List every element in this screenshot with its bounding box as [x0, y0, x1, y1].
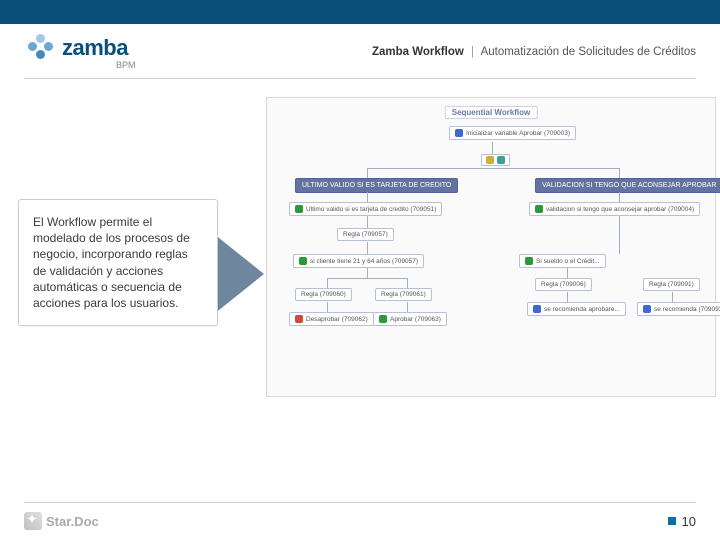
recommend-icon: [643, 305, 651, 313]
page-number-value: 10: [682, 514, 696, 529]
recommend-icon: [533, 305, 541, 313]
footer-divider: [24, 502, 696, 503]
node-action: se recomienda aprobare...: [527, 302, 626, 316]
node-label: Regla (709057): [343, 231, 388, 238]
footer: Star.Doc 10: [0, 502, 720, 540]
node-regla: Regla (709091): [643, 278, 700, 291]
node-regla: Regla (709060): [295, 288, 352, 301]
footer-logo: Star.Doc: [24, 512, 99, 530]
logo-subtitle: BPM: [116, 60, 136, 70]
node-label: se recomienda (709093): [654, 306, 720, 313]
branch-title-left: ULTIMO VALIDO SI ES TARJETA DE CREDITO: [295, 178, 458, 193]
branch-icon: [486, 156, 494, 164]
page-number: 10: [668, 514, 696, 529]
check-icon: [535, 205, 543, 213]
callout-text: El Workflow permite el modelado de los p…: [33, 215, 190, 310]
footer-brand: Star.Doc: [46, 514, 99, 529]
node-label: si cliente tiene 21 y 64 años (709057): [310, 258, 418, 265]
node-regla: Regla (709057): [337, 228, 394, 241]
star-icon: [24, 512, 42, 530]
node-regla: Regla (709006): [535, 278, 592, 291]
branch-title-right: VALIDACION SI TENGO QUE ACONSEJAR APROBA…: [535, 178, 720, 193]
node-label: Inicializar variable Aprobar (709003): [466, 130, 570, 137]
node-regla: Regla (709061): [375, 288, 432, 301]
node-action: Desaprobar (709062): [289, 312, 374, 326]
callout-box: El Workflow permite el modelado de los p…: [18, 199, 218, 326]
node-rule: Ultimo valido si es tarjeta de credito (…: [289, 202, 442, 216]
node-label: Ultimo valido si es tarjeta de credito (…: [306, 206, 436, 213]
node-condition: Si sueldo o el Crédit...: [519, 254, 606, 268]
content-area: El Workflow permite el modelado de los p…: [0, 79, 720, 509]
top-bar: [0, 0, 720, 24]
node-label: Regla (709061): [381, 291, 426, 298]
node-rule: validacion si tengo que aconsejar aproba…: [529, 202, 700, 216]
check-icon: [295, 205, 303, 213]
title-divider: |: [471, 46, 474, 58]
header: zamba BPM Zamba Workflow | Automatizació…: [0, 24, 720, 74]
node-action: se recomienda (709093): [637, 302, 720, 316]
check-icon: [299, 257, 307, 265]
node-label: Regla (709091): [649, 281, 694, 288]
logo: zamba: [24, 34, 136, 62]
title-sub: Automatización de Solicitudes de Crédito…: [481, 46, 696, 58]
node-label: validacion si tengo que aconsejar aproba…: [546, 206, 694, 213]
diagram-title: Sequential Workflow: [445, 106, 538, 119]
title-main: Zamba Workflow: [372, 46, 464, 58]
logo-icon: [24, 34, 56, 62]
workflow-diagram: Sequential Workflow Inicializar variable…: [266, 97, 716, 397]
branch-icon: [497, 156, 505, 164]
node-label: Regla (709060): [301, 291, 346, 298]
bullet-icon: [668, 517, 676, 525]
node-label: Si sueldo o el Crédit...: [536, 258, 600, 265]
deny-icon: [295, 315, 303, 323]
node-condition: si cliente tiene 21 y 64 años (709057): [293, 254, 424, 268]
node-label: se recomienda aprobare...: [544, 306, 620, 313]
logo-text: zamba: [62, 35, 128, 61]
variable-icon: [455, 129, 463, 137]
node-label: Desaprobar (709062): [306, 316, 368, 323]
node-init: Inicializar variable Aprobar (709003): [449, 126, 576, 140]
approve-icon: [379, 315, 387, 323]
page-title: Zamba Workflow | Automatización de Solic…: [372, 46, 696, 58]
callout-arrow-icon: [214, 234, 264, 314]
check-icon: [525, 257, 533, 265]
node-label: Aprobar (709063): [390, 316, 441, 323]
node-label: Regla (709006): [541, 281, 586, 288]
node-action: Aprobar (709063): [373, 312, 447, 326]
node-branch: [481, 154, 510, 166]
